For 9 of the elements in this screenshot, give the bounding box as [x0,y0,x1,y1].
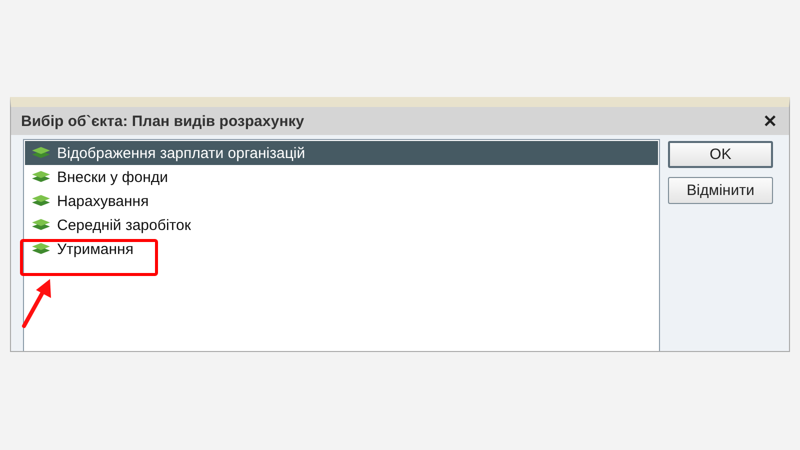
list-item[interactable]: Середній заробіток [25,213,658,237]
window-title: Вибір об`єкта: План видів розрахунку [21,112,304,130]
list-item[interactable]: Відображення зарплати організацій [25,141,658,165]
cancel-button[interactable]: Відмінити [668,177,773,204]
list-item[interactable]: Нарахування [25,189,658,213]
list-item[interactable]: Внески у фонди [25,165,658,189]
list-item[interactable]: Утримання [25,237,658,261]
close-button[interactable]: ✕ [763,110,777,132]
ok-button[interactable]: OK [668,141,773,168]
